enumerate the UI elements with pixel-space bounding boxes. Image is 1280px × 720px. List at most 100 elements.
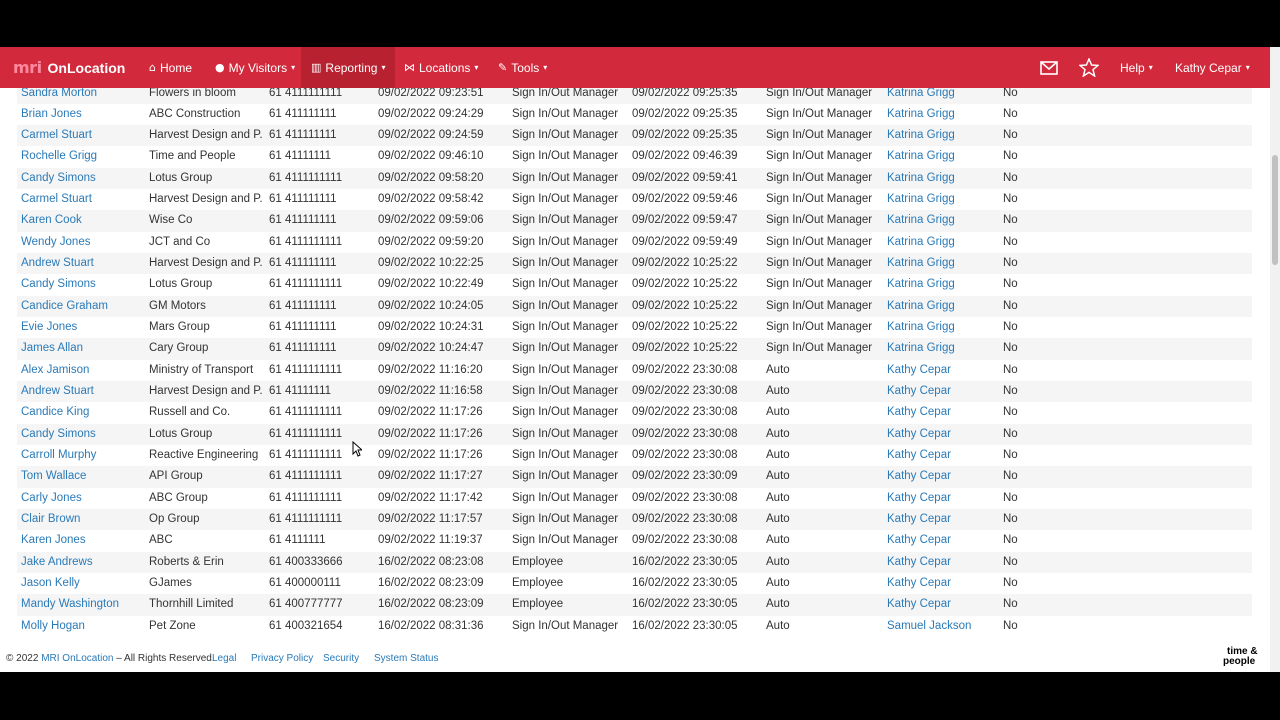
cell-flag: No xyxy=(1003,107,1018,120)
cell-phone: 61 400333666 xyxy=(269,555,343,568)
cell-host[interactable]: Katrina Grigg xyxy=(887,274,995,295)
table-row: Andrew Stuart Harvest Design and P... 61 4… xyxy=(17,381,1252,403)
cell-out-time: 09/02/2022 23:30:08 xyxy=(632,385,738,398)
cell-host[interactable]: Samuel Jackson xyxy=(887,616,995,636)
cell-name[interactable]: Mandy Washington xyxy=(21,594,141,615)
cell-host[interactable]: Kathy Cepar xyxy=(887,530,995,551)
cell-name[interactable]: Rochelle Grigg xyxy=(21,146,141,167)
cell-host[interactable]: Katrina Grigg xyxy=(887,253,995,274)
cell-company: Harvest Design and P... xyxy=(149,193,263,206)
cell-flag: No xyxy=(1003,406,1018,419)
cell-out-time: 09/02/2022 23:30:08 xyxy=(632,449,738,462)
cell-flag: No xyxy=(1003,427,1018,440)
table-row: Rochelle Grigg Time and People 61 41111111… xyxy=(17,146,1252,167)
cell-in-time: 09/02/2022 11:17:42 xyxy=(378,491,483,504)
cell-host[interactable]: Kathy Cepar xyxy=(887,402,995,423)
brand-logo[interactable]: mri OnLocation xyxy=(13,47,125,88)
cell-name[interactable]: Carroll Murphy xyxy=(21,445,141,466)
cell-flag: No xyxy=(1003,150,1018,163)
cell-name[interactable]: Candice Graham xyxy=(21,296,141,317)
cell-flag: No xyxy=(1003,534,1018,547)
nav-tools-label: Tools xyxy=(511,60,540,75)
copyright-link[interactable]: MRI OnLocation xyxy=(41,653,113,664)
footer-security-link[interactable]: Security xyxy=(323,653,359,664)
cell-name[interactable]: Candice King xyxy=(21,402,141,423)
cell-host[interactable]: Katrina Grigg xyxy=(887,232,995,253)
cell-in-time: 09/02/2022 10:22:25 xyxy=(378,257,484,270)
cell-in-by: Employee xyxy=(512,555,564,568)
cell-host[interactable]: Kathy Cepar xyxy=(887,466,995,487)
messages-button[interactable] xyxy=(1040,47,1058,88)
cell-out-by: Auto xyxy=(766,491,790,504)
cell-host[interactable]: Kathy Cepar xyxy=(887,488,995,509)
cell-host[interactable]: Kathy Cepar xyxy=(887,424,995,445)
cell-name[interactable]: Karen Jones xyxy=(21,530,141,551)
cell-in-time: 09/02/2022 09:24:29 xyxy=(378,107,484,120)
cell-name[interactable]: Jason Kelly xyxy=(21,573,141,594)
cell-name[interactable]: Evie Jones xyxy=(21,317,141,338)
cell-name[interactable]: Candy Simons xyxy=(21,274,141,295)
footer-legal-link[interactable]: Legal xyxy=(212,653,236,664)
nav-my-visitors[interactable]: ● My Visitors ▾ xyxy=(215,47,295,88)
table-row: Jason Kelly GJames 61 400000111 16/02/2022 … xyxy=(17,573,1252,594)
cell-host[interactable]: Katrina Grigg xyxy=(887,296,995,317)
cell-name[interactable]: Sandra Morton xyxy=(21,88,141,104)
cell-name[interactable]: Carmel Stuart xyxy=(21,189,141,210)
cell-host[interactable]: Katrina Grigg xyxy=(887,317,995,338)
nav-tools[interactable]: ✎ Tools ▾ xyxy=(498,47,547,88)
cell-host[interactable]: Katrina Grigg xyxy=(887,338,995,359)
nav-home[interactable]: ⌂ Home xyxy=(149,47,192,88)
cell-host[interactable]: Kathy Cepar xyxy=(887,360,995,381)
cell-company: Lotus Group xyxy=(149,171,213,184)
cell-host[interactable]: Kathy Cepar xyxy=(887,509,995,530)
cell-host[interactable]: Kathy Cepar xyxy=(887,552,995,573)
cell-name[interactable]: Tom Wallace xyxy=(21,466,141,487)
cell-name[interactable]: Alex Jamison xyxy=(21,360,141,381)
nav-reporting[interactable]: ▥ Reporting ▾ xyxy=(301,47,396,88)
cell-host[interactable]: Katrina Grigg xyxy=(887,210,995,231)
chevron-down-icon: ▾ xyxy=(1148,63,1153,72)
cell-phone: 61 4111111111 xyxy=(269,491,343,504)
user-menu[interactable]: Kathy Cepar ▾ xyxy=(1175,47,1250,88)
cell-company: ABC Group xyxy=(149,491,208,504)
cell-out-by: Sign In/Out Manager xyxy=(766,214,873,227)
cell-name[interactable]: Candy Simons xyxy=(21,424,141,445)
cell-name[interactable]: Carly Jones xyxy=(21,488,141,509)
cell-name[interactable]: Clair Brown xyxy=(21,509,141,530)
favourites-button[interactable] xyxy=(1079,47,1099,88)
cell-company: Reactive Engineering xyxy=(149,449,259,462)
cell-out-by: Sign In/Out Manager xyxy=(766,257,873,270)
cell-name[interactable]: Karen Cook xyxy=(21,210,141,231)
cell-host[interactable]: Kathy Cepar xyxy=(887,594,995,615)
nav-locations[interactable]: ⋈ Locations ▾ xyxy=(404,47,478,88)
cell-host[interactable]: Kathy Cepar xyxy=(887,573,995,594)
cell-host[interactable]: Katrina Grigg xyxy=(887,146,995,167)
footer-privacy-link[interactable]: Privacy Policy xyxy=(251,653,313,664)
page-scrollbar[interactable] xyxy=(1270,47,1280,672)
cell-name[interactable]: Brian Jones xyxy=(21,104,141,125)
cell-host[interactable]: Kathy Cepar xyxy=(887,445,995,466)
cell-name[interactable]: James Allan xyxy=(21,338,141,359)
cell-name[interactable]: Jake Andrews xyxy=(21,552,141,573)
cell-name[interactable]: Carmel Stuart xyxy=(21,125,141,146)
cell-host[interactable]: Katrina Grigg xyxy=(887,104,995,125)
table-row: Carroll Murphy Reactive Engineering 61 411… xyxy=(17,445,1252,466)
footer-system-status-link[interactable]: System Status xyxy=(374,653,438,664)
cell-flag: No xyxy=(1003,193,1018,206)
cell-name[interactable]: Andrew Stuart xyxy=(21,381,141,402)
nav-help[interactable]: Help ▾ xyxy=(1120,47,1153,88)
cell-name[interactable]: Molly Hogan xyxy=(21,616,141,636)
cell-name[interactable]: Candy Simons xyxy=(21,168,141,189)
cell-out-by: Auto xyxy=(766,385,790,398)
cell-phone: 61 411111111 xyxy=(269,107,337,120)
cell-in-by: Sign In/Out Manager xyxy=(512,534,619,547)
cell-host[interactable]: Katrina Grigg xyxy=(887,168,995,189)
cell-host[interactable]: Katrina Grigg xyxy=(887,189,995,210)
cell-in-by: Sign In/Out Manager xyxy=(512,513,619,526)
cell-name[interactable]: Wendy Jones xyxy=(21,232,141,253)
cell-host[interactable]: Kathy Cepar xyxy=(887,381,995,402)
cell-host[interactable]: Katrina Grigg xyxy=(887,125,995,146)
scrollbar-thumb[interactable] xyxy=(1272,155,1278,265)
cell-name[interactable]: Andrew Stuart xyxy=(21,253,141,274)
cell-host[interactable]: Katrina Grigg xyxy=(887,88,995,104)
